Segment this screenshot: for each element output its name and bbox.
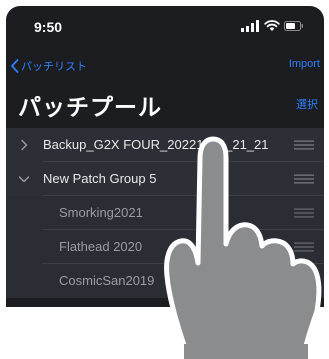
status-time: 9:50 (34, 19, 63, 35)
battery-icon (284, 21, 303, 31)
chevron-down-icon[interactable] (18, 173, 30, 185)
signal-icon (241, 20, 259, 32)
patch-label: Flathead 2020 (59, 239, 143, 254)
status-icons (240, 20, 306, 32)
wifi-icon (264, 20, 280, 31)
patch-group-label: New Patch Group 5 (43, 171, 157, 186)
import-button[interactable]: Import (289, 58, 320, 70)
patch-label: Smorking2021 (59, 205, 143, 220)
navigation-bar: パッチリスト Import (6, 54, 324, 78)
back-button-label: パッチリスト (21, 61, 87, 73)
chevron-right-icon[interactable] (18, 139, 30, 151)
chevron-left-icon (11, 59, 19, 73)
status-bar: 9:50 (6, 6, 324, 46)
hand-gesture-icon (164, 136, 322, 359)
select-button[interactable]: 選択 (296, 96, 318, 112)
patch-label: CosmicSan2019 (59, 273, 155, 288)
back-button[interactable]: パッチリスト (10, 58, 87, 74)
page-title: パッチプール (18, 94, 162, 120)
page-header: パッチプール 選択 (6, 86, 324, 124)
